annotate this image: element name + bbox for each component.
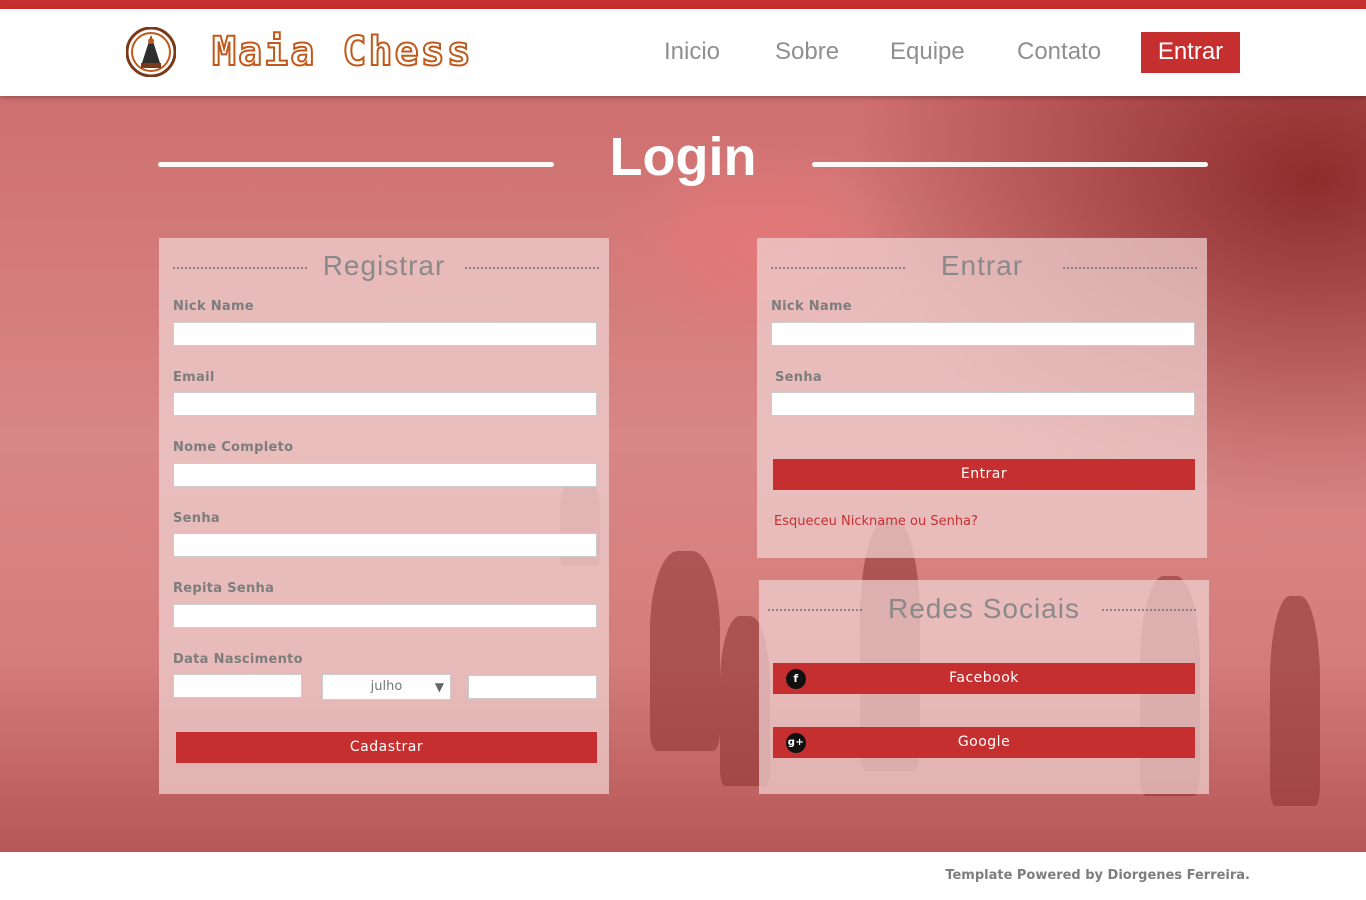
page-title: Login (609, 127, 757, 187)
social-panel: Redes Sociais f Facebook g+ Google (759, 580, 1209, 794)
register-submit-button[interactable]: Cadastrar (176, 732, 597, 763)
top-accent-bar (0, 0, 1366, 9)
repeat-password-label: Repita Senha (173, 581, 275, 596)
register-repeat-password-input[interactable] (173, 604, 597, 628)
title-divider-right (812, 162, 1208, 167)
google-login-button[interactable]: g+ Google (773, 727, 1195, 758)
login-nickname-label: Nick Name (771, 299, 852, 314)
ornament-right (1102, 609, 1196, 615)
google-plus-icon: g+ (786, 733, 806, 753)
nav-sobre[interactable]: Sobre (775, 32, 839, 72)
birth-month-value: julho (370, 679, 403, 694)
register-email-input[interactable] (173, 392, 597, 416)
email-label: Email (173, 370, 215, 385)
password-label: Senha (173, 511, 220, 526)
birth-month-select[interactable]: julho ▼ (322, 674, 451, 700)
register-nickname-input[interactable] (173, 322, 597, 346)
register-title: Registrar (322, 250, 446, 281)
birth-year-input[interactable] (468, 675, 597, 699)
chevron-down-icon: ▼ (434, 680, 444, 694)
nav-contato[interactable]: Contato (1017, 32, 1101, 72)
ornament-right (1063, 267, 1197, 273)
register-fullname-input[interactable] (173, 463, 597, 487)
brand-wordmark[interactable]: Maia Chess (211, 28, 473, 76)
chess-emblem-logo[interactable] (126, 27, 176, 77)
site-header: Maia Chess Inicio Sobre Equipe Contato E… (0, 9, 1366, 96)
birthdate-label: Data Nascimento (173, 652, 303, 667)
login-title: Entrar (940, 250, 1024, 281)
login-password-label: Senha (775, 370, 822, 385)
login-panel: Entrar Nick Name Senha Entrar Esqueceu N… (757, 238, 1207, 558)
login-password-input[interactable] (771, 392, 1195, 416)
facebook-icon: f (786, 669, 806, 689)
ornament-right (465, 267, 599, 273)
register-panel: Registrar Nick Name Email Nome Completo … (159, 238, 609, 794)
facebook-label: Facebook (949, 670, 1019, 686)
birth-day-input[interactable] (173, 674, 302, 698)
fullname-label: Nome Completo (173, 440, 294, 455)
nickname-label: Nick Name (173, 299, 254, 314)
facebook-login-button[interactable]: f Facebook (773, 663, 1195, 694)
nav-equipe[interactable]: Equipe (890, 32, 965, 72)
nav-inicio[interactable]: Inicio (664, 32, 720, 72)
nav-entrar-button[interactable]: Entrar (1141, 32, 1240, 73)
google-label: Google (957, 734, 1011, 750)
footer-credit: Template Powered by Diorgenes Ferreira. (945, 868, 1250, 883)
register-password-input[interactable] (173, 533, 597, 557)
login-nickname-input[interactable] (771, 322, 1195, 346)
forgot-credentials-link[interactable]: Esqueceu Nickname ou Senha? (774, 514, 978, 529)
login-submit-button[interactable]: Entrar (773, 459, 1195, 490)
hero-section: Login Registrar Nick Name Email Nome Com… (0, 96, 1366, 852)
